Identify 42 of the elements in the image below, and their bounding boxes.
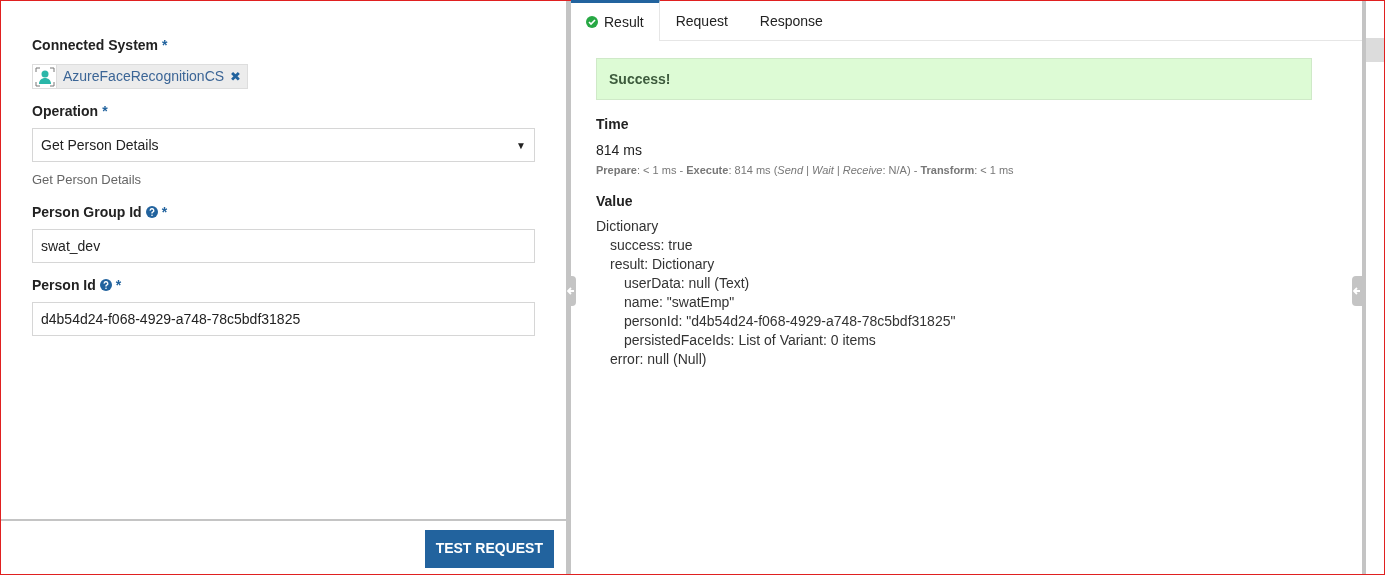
remove-icon[interactable]: ✖ xyxy=(230,66,248,87)
section-heading: Time xyxy=(596,115,630,134)
help-icon xyxy=(99,279,112,291)
tree-item-label: result: Dictionary xyxy=(609,254,715,274)
tab[interactable]: Result xyxy=(571,0,660,41)
tree-item-label: userData: null (Text) xyxy=(623,273,750,293)
field-label: Person Group Id xyxy=(32,202,142,222)
collapse-handle[interactable] xyxy=(1352,276,1362,306)
arrow-left-icon xyxy=(567,287,575,295)
tree-item-label: personId: "d4b54d24-f068-4929-a748-78c5bdf31825" xyxy=(623,311,956,331)
connected-system-chip[interactable]: AzureFaceRecognitionCS ✖ xyxy=(32,64,249,89)
success-banner: Success! xyxy=(596,58,1312,100)
tree-item-label: error: null (Null) xyxy=(609,349,707,369)
chip-label: AzureFaceRecognitionCS xyxy=(62,67,226,86)
required-marker: * xyxy=(162,36,168,55)
field-label: Person Id xyxy=(32,275,96,295)
text-field[interactable]: swat_dev xyxy=(32,228,535,263)
required-marker: * xyxy=(102,102,108,121)
time-value: 814 ms xyxy=(596,141,643,160)
caret-icon: ▼ xyxy=(516,137,526,153)
required-marker: * xyxy=(115,275,122,295)
test-request-button[interactable]: TEST REQUEST xyxy=(424,529,554,568)
time-breakdown: Prepare: < 1 ms - Execute: 814 ms (Send | Wait | Receive: N/A) - Transform: < 1 ms xyxy=(596,163,1015,178)
text-field[interactable]: d4b54d24-f068-4929-a748-78c5bdf31825 xyxy=(32,301,535,336)
operation-dropdown[interactable]: Get Person Details ▼ xyxy=(32,128,535,162)
check-circle-icon xyxy=(586,16,598,28)
tree-item-label: success: true xyxy=(609,235,693,255)
field-label: Connected System xyxy=(32,36,159,55)
tab[interactable]: Response xyxy=(743,0,839,40)
required-marker: * xyxy=(161,202,168,222)
tree-item-label: persistedFaceIds: List of Variant: 0 items xyxy=(623,330,876,350)
section-heading: Value xyxy=(596,191,634,211)
scrollbar-thumb[interactable] xyxy=(1366,38,1384,62)
tab[interactable]: Request xyxy=(659,0,744,40)
tree-item-label: name: "swatEmp" xyxy=(623,292,735,312)
person-scan-icon xyxy=(34,66,55,87)
collapse-handle[interactable] xyxy=(566,276,576,306)
help-icon xyxy=(145,206,158,218)
arrow-left-icon xyxy=(1353,287,1361,295)
tree-item-label: Dictionary xyxy=(596,216,659,236)
field-hint: Get Person Details xyxy=(32,171,143,189)
field-label: Operation xyxy=(32,102,99,121)
